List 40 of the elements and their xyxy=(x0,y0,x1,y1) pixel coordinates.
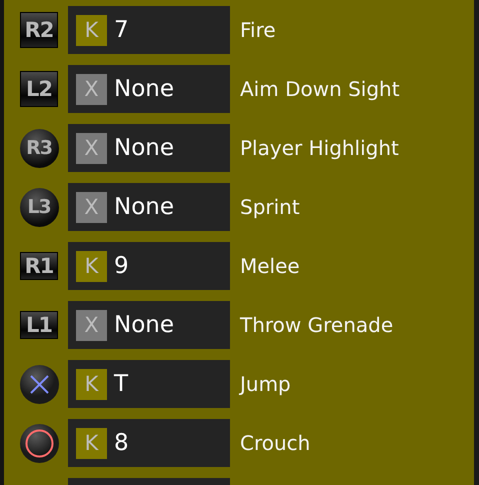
key-binding-field[interactable]: K T xyxy=(68,360,230,408)
key-value: None xyxy=(114,135,174,161)
action-label: Jump xyxy=(240,372,291,396)
trigger-button-icon: L2 xyxy=(20,71,58,107)
unbound-badge: X xyxy=(76,74,107,104)
keyboard-badge: K xyxy=(76,368,107,400)
cross-button-icon xyxy=(20,364,58,404)
key-value: 8 xyxy=(114,430,129,456)
key-binding-field[interactable]: X None xyxy=(68,65,230,113)
key-binding-field[interactable]: K 9 xyxy=(68,242,230,290)
key-binding-field[interactable]: X None xyxy=(68,124,230,172)
trigger-button-icon: R1 xyxy=(20,252,58,280)
unbound-badge: X xyxy=(76,132,107,164)
stick-button-icon: L3 xyxy=(20,188,58,226)
trigger-button-icon: R2 xyxy=(20,12,58,48)
keyboard-badge: K xyxy=(76,14,107,46)
action-label: Aim Down Sight xyxy=(240,77,400,101)
action-label: Fire xyxy=(240,18,276,42)
action-label: Melee xyxy=(240,254,300,278)
key-binding-field[interactable]: X None xyxy=(68,301,230,349)
key-value: 7 xyxy=(114,17,129,43)
action-label: Player Highlight xyxy=(240,136,399,160)
unbound-badge: X xyxy=(76,310,107,340)
key-binding-field[interactable]: K 7 xyxy=(68,6,230,54)
trigger-button-icon: L1 xyxy=(20,311,58,339)
keyboard-badge: K xyxy=(76,428,107,458)
key-binding-field[interactable]: X None xyxy=(68,183,230,231)
unbound-badge: X xyxy=(76,192,107,222)
key-value: None xyxy=(114,194,174,220)
key-value: None xyxy=(114,76,174,102)
keyboard-badge: K xyxy=(76,250,107,282)
key-value: 9 xyxy=(114,253,129,279)
circle-button-icon xyxy=(20,424,58,462)
key-value: None xyxy=(114,312,174,338)
action-label: Crouch xyxy=(240,431,310,455)
key-value: T xyxy=(114,371,128,397)
action-label: Sprint xyxy=(240,195,300,219)
key-binding-field[interactable]: K 8 xyxy=(68,419,230,467)
action-label: Throw Grenade xyxy=(240,313,394,337)
stick-button-icon: R3 xyxy=(20,128,58,168)
